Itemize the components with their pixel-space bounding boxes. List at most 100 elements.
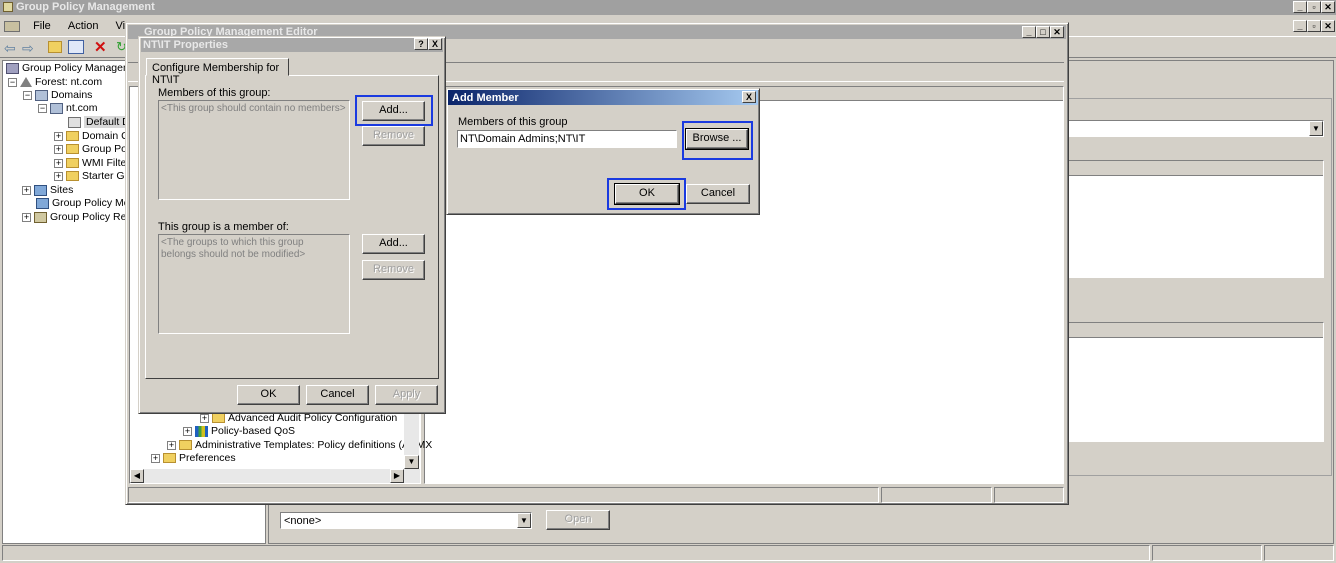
properties-cancel-button[interactable]: Cancel bbox=[306, 385, 369, 405]
tree-item-wmi-filters[interactable]: + WMI Filte bbox=[54, 157, 126, 170]
chevron-down-icon[interactable]: ▼ bbox=[517, 513, 531, 528]
right-dropdown[interactable]: ▼ bbox=[1068, 120, 1324, 137]
sites-icon bbox=[34, 184, 47, 196]
members-placeholder: <This group should contain no members> bbox=[161, 103, 346, 114]
expand-icon[interactable]: + bbox=[54, 131, 63, 141]
expand-icon[interactable]: + bbox=[151, 453, 160, 463]
editor-maximize-button[interactable]: □ bbox=[1036, 26, 1050, 38]
inner-close-button[interactable]: ✕ bbox=[1321, 20, 1335, 32]
list-header bbox=[1069, 161, 1323, 176]
add-member-label: Members of this group bbox=[458, 116, 568, 128]
tree-item-default-domain[interactable]: Default D bbox=[68, 116, 132, 129]
vertical-scrollbar-track[interactable] bbox=[404, 412, 419, 455]
main-title: Group Policy Management bbox=[16, 1, 155, 13]
up-folder-icon[interactable] bbox=[48, 41, 62, 53]
scroll-right-button[interactable]: ▶ bbox=[390, 469, 404, 483]
chart-icon bbox=[195, 425, 208, 437]
properties-apply-button[interactable]: Apply bbox=[375, 385, 438, 405]
menu-action[interactable]: Action bbox=[61, 18, 106, 34]
members-list[interactable]: <This group should contain no members> bbox=[158, 100, 350, 200]
tree-item-ntcom[interactable]: − nt.com bbox=[38, 102, 98, 115]
properties-close-button[interactable]: X bbox=[428, 38, 442, 50]
tree-item-domain-controllers[interactable]: + Domain C bbox=[54, 130, 129, 143]
tree-item-policy-qos[interactable]: + Policy-based QoS bbox=[183, 425, 295, 438]
expand-icon[interactable]: + bbox=[54, 158, 63, 168]
add-member-close-button[interactable]: X bbox=[742, 91, 756, 103]
show-hide-tree-icon[interactable] bbox=[68, 40, 84, 54]
gpo-icon bbox=[68, 116, 81, 128]
horizontal-scrollbar[interactable]: ◀ ▶ bbox=[130, 469, 420, 483]
add-member-input[interactable]: NT\Domain Admins;NT\IT bbox=[457, 130, 677, 148]
tree-item-forest[interactable]: − Forest: nt.com bbox=[8, 76, 102, 89]
main-restore-button[interactable]: ▫ bbox=[1307, 1, 1321, 13]
folder-icon bbox=[66, 171, 79, 182]
expand-icon[interactable]: + bbox=[183, 426, 192, 436]
collapse-icon[interactable]: − bbox=[23, 90, 32, 100]
main-title-bar: Group Policy Management bbox=[0, 0, 1336, 15]
expand-icon[interactable]: + bbox=[22, 212, 31, 222]
back-icon[interactable]: ⇦ bbox=[4, 40, 16, 57]
results-icon bbox=[34, 211, 47, 223]
member-of-add-button[interactable]: Add... bbox=[362, 234, 425, 254]
main-status-bar-3 bbox=[1264, 545, 1334, 561]
scroll-left-button[interactable]: ◀ bbox=[130, 469, 144, 483]
member-of-label: This group is a member of: bbox=[158, 221, 289, 233]
chevron-down-icon[interactable]: ▼ bbox=[1309, 121, 1323, 136]
gpm-icon bbox=[6, 62, 19, 74]
folder-icon bbox=[212, 413, 225, 424]
help-button[interactable]: ? bbox=[414, 38, 428, 50]
folder-icon bbox=[66, 131, 79, 142]
main-close-button[interactable]: ✕ bbox=[1321, 1, 1335, 13]
tree-item-preferences[interactable]: + Preferences bbox=[151, 452, 236, 465]
member-of-remove-button[interactable]: Remove bbox=[362, 260, 425, 280]
right-list-bottom bbox=[1068, 322, 1324, 442]
editor-status-bar bbox=[128, 487, 879, 503]
inner-minimize-button[interactable]: _ bbox=[1293, 20, 1307, 32]
editor-status-bar-2 bbox=[881, 487, 992, 503]
open-button[interactable]: Open bbox=[546, 510, 610, 530]
add-member-title-bar: Add Member bbox=[448, 90, 758, 105]
domains-icon bbox=[35, 89, 48, 101]
folder-icon bbox=[179, 440, 192, 451]
tree-item-group-policy-objects[interactable]: + Group Pol bbox=[54, 143, 129, 156]
expand-icon[interactable]: + bbox=[200, 413, 209, 423]
expand-icon[interactable]: + bbox=[54, 144, 63, 154]
highlight-browse-button bbox=[682, 121, 753, 160]
properties-ok-button[interactable]: OK bbox=[237, 385, 300, 405]
expand-icon[interactable]: + bbox=[22, 185, 31, 195]
tree-item-admin-templates[interactable]: + Administrative Templates: Policy defini… bbox=[167, 439, 432, 452]
folder-icon bbox=[66, 144, 79, 155]
members-remove-button[interactable]: Remove bbox=[362, 126, 425, 146]
inner-restore-button[interactable]: ▫ bbox=[1307, 20, 1321, 32]
scroll-down-button[interactable]: ▼ bbox=[404, 455, 419, 469]
forward-icon[interactable]: ⇨ bbox=[22, 40, 34, 57]
folder-icon bbox=[163, 453, 176, 464]
tab-configure-membership[interactable]: Configure Membership for NT\IT bbox=[146, 58, 289, 86]
mmc-icon bbox=[4, 20, 20, 32]
tree-item-starter-gpos[interactable]: + Starter Gl bbox=[54, 170, 127, 183]
add-member-title: Add Member bbox=[452, 92, 519, 104]
add-member-cancel-button[interactable]: Cancel bbox=[686, 184, 750, 204]
editor-minimize-button[interactable]: _ bbox=[1022, 26, 1036, 38]
domain-icon bbox=[50, 102, 63, 114]
tree-item-domains[interactable]: − Domains bbox=[23, 89, 92, 102]
properties-title: NT\IT Properties bbox=[143, 39, 228, 51]
menu-file[interactable]: File bbox=[26, 18, 58, 34]
editor-status-bar-3 bbox=[994, 487, 1064, 503]
right-list-top bbox=[1068, 160, 1324, 278]
modeling-icon bbox=[36, 197, 49, 209]
expand-icon[interactable]: + bbox=[54, 171, 63, 181]
wmi-filter-dropdown[interactable]: <none> ▼ bbox=[280, 512, 532, 529]
folder-icon bbox=[66, 158, 79, 169]
member-of-list[interactable]: <The groups to which this group belongs … bbox=[158, 234, 350, 334]
delete-icon[interactable]: ✕ bbox=[94, 38, 107, 56]
expand-icon[interactable]: + bbox=[167, 440, 176, 450]
main-minimize-button[interactable]: _ bbox=[1293, 1, 1307, 13]
tree-item-sites[interactable]: + Sites bbox=[22, 184, 73, 197]
editor-close-button[interactable]: ✕ bbox=[1050, 26, 1064, 38]
properties-title-bar: NT\IT Properties bbox=[141, 38, 443, 52]
collapse-icon[interactable]: − bbox=[8, 77, 17, 87]
forest-icon bbox=[20, 77, 32, 88]
collapse-icon[interactable]: − bbox=[38, 103, 47, 113]
tree-item-gp-results[interactable]: + Group Policy Resu bbox=[22, 211, 138, 224]
